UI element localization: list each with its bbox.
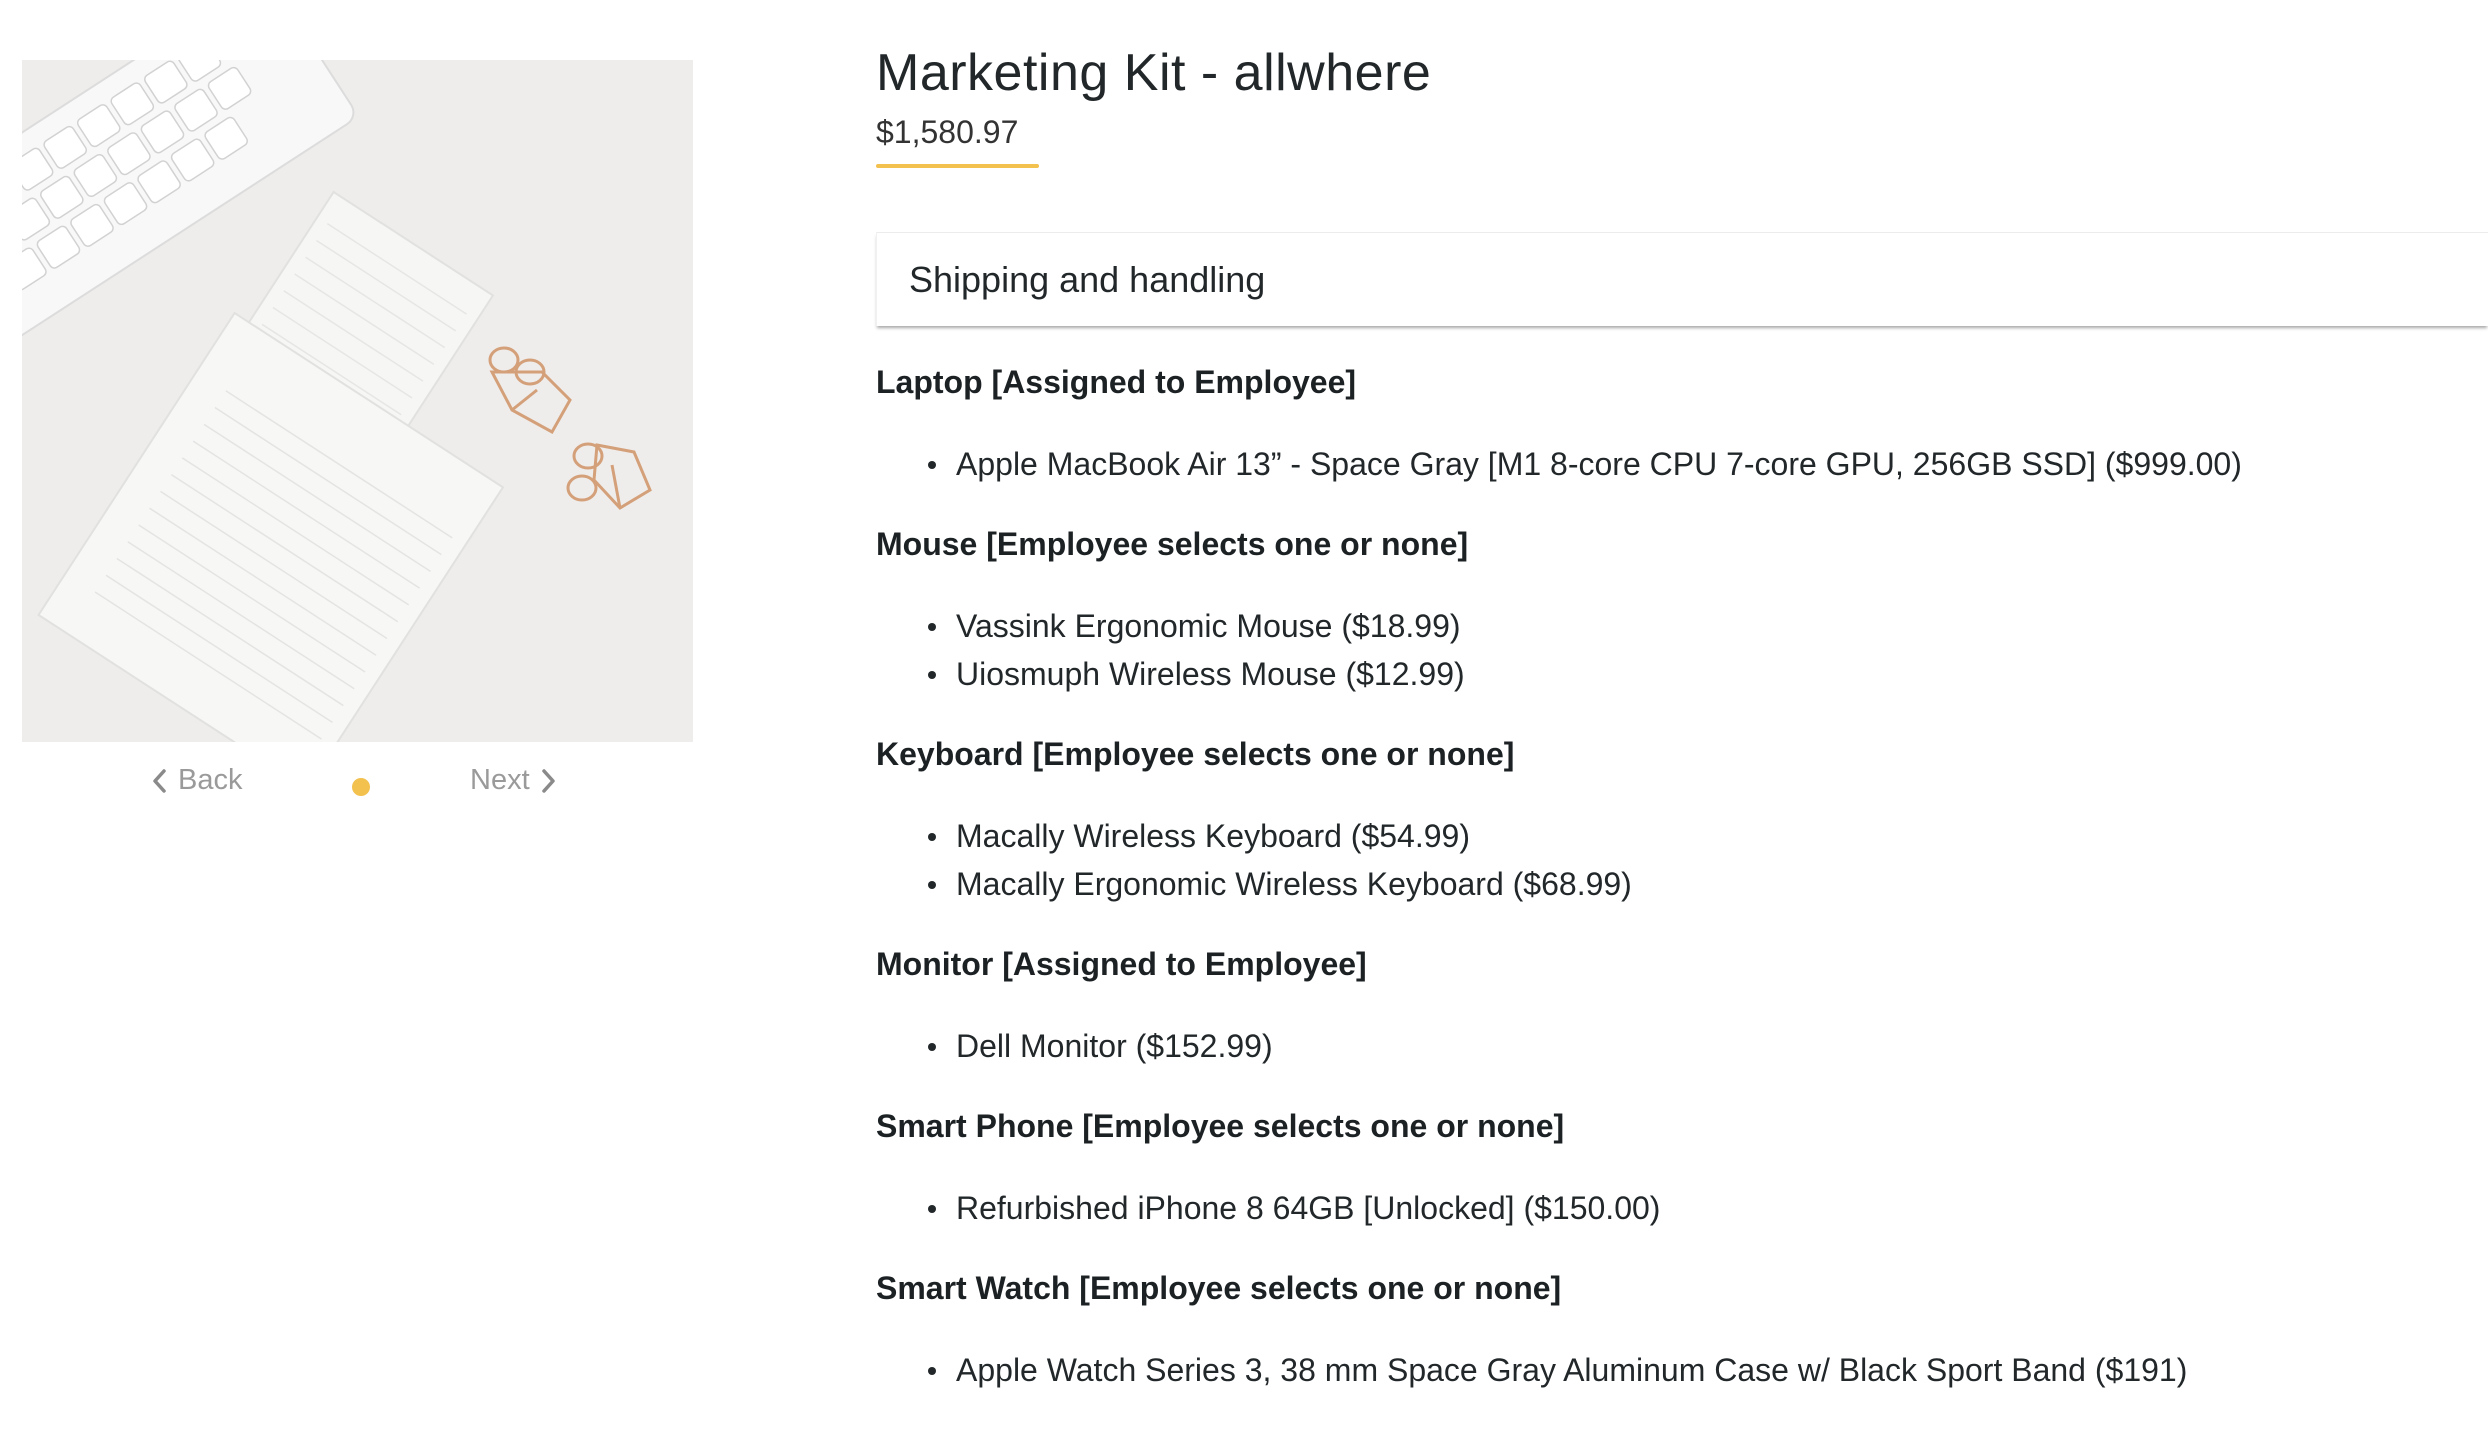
section-mouse: Mouse [Employee selects one or none] Vas… — [876, 524, 2488, 698]
product-title: Marketing Kit - allwhere — [876, 44, 1432, 102]
section-heading: Monitor [Assigned to Employee] — [876, 946, 1367, 982]
section-smart-phone: Smart Phone [Employee selects one or non… — [876, 1106, 2488, 1232]
list-item: Macally Ergonomic Wireless Keyboard ($68… — [928, 860, 2488, 908]
list-item: Refurbished iPhone 8 64GB [Unlocked] ($1… — [928, 1184, 2488, 1232]
carousel-back-label: Back — [178, 764, 243, 796]
section-monitor: Monitor [Assigned to Employee] Dell Moni… — [876, 944, 2488, 1070]
chevron-left-icon — [150, 768, 168, 794]
tab-shipping-and-handling[interactable]: Shipping and handling — [876, 232, 2488, 326]
section-list: Refurbished iPhone 8 64GB [Unlocked] ($1… — [876, 1184, 2488, 1232]
section-heading: Mouse [Employee selects one or none] — [876, 526, 1469, 562]
section-list: Apple Watch Series 3, 38 mm Space Gray A… — [876, 1346, 2488, 1394]
section-list: Vassink Ergonomic Mouse ($18.99) Uiosmup… — [876, 602, 2488, 698]
section-heading: Smart Phone [Employee selects one or non… — [876, 1108, 1565, 1144]
section-heading: Laptop [Assigned to Employee] — [876, 364, 1357, 400]
list-item: Apple MacBook Air 13” - Space Gray [M1 8… — [928, 440, 2488, 488]
product-price: $1,580.97 — [876, 114, 1019, 150]
list-item: Uiosmuph Wireless Mouse ($12.99) — [928, 650, 2488, 698]
list-item: Apple Watch Series 3, 38 mm Space Gray A… — [928, 1346, 2488, 1394]
list-item: Macally Wireless Keyboard ($54.99) — [928, 812, 2488, 860]
section-laptop: Laptop [Assigned to Employee] Apple MacB… — [876, 362, 2488, 488]
chevron-right-icon — [540, 768, 558, 794]
product-gallery: Back Next — [22, 60, 693, 842]
section-list: Dell Monitor ($152.99) — [876, 1022, 2488, 1070]
product-details: Marketing Kit - allwhere $1,580.97 Shipp… — [876, 40, 2488, 1394]
carousel-dot-active[interactable] — [352, 778, 370, 796]
carousel-controls: Back Next — [22, 742, 693, 842]
carousel-back-button[interactable]: Back — [150, 764, 242, 797]
section-heading: Smart Watch [Employee selects one or non… — [876, 1270, 1562, 1306]
tab-shipping-label: Shipping and handling — [909, 258, 1266, 300]
section-keyboard: Keyboard [Employee selects one or none] … — [876, 734, 2488, 908]
price-underline — [876, 164, 1039, 168]
carousel-next-label: Next — [470, 764, 530, 796]
section-list: Apple MacBook Air 13” - Space Gray [M1 8… — [876, 440, 2488, 488]
section-list: Macally Wireless Keyboard ($54.99) Macal… — [876, 812, 2488, 908]
carousel-next-button[interactable]: Next — [470, 764, 558, 797]
section-heading: Keyboard [Employee selects one or none] — [876, 736, 1515, 772]
list-item: Dell Monitor ($152.99) — [928, 1022, 2488, 1070]
notepad-photo-icon — [22, 60, 693, 742]
product-image — [22, 60, 693, 742]
list-item: Vassink Ergonomic Mouse ($18.99) — [928, 602, 2488, 650]
section-smart-watch: Smart Watch [Employee selects one or non… — [876, 1268, 2488, 1394]
